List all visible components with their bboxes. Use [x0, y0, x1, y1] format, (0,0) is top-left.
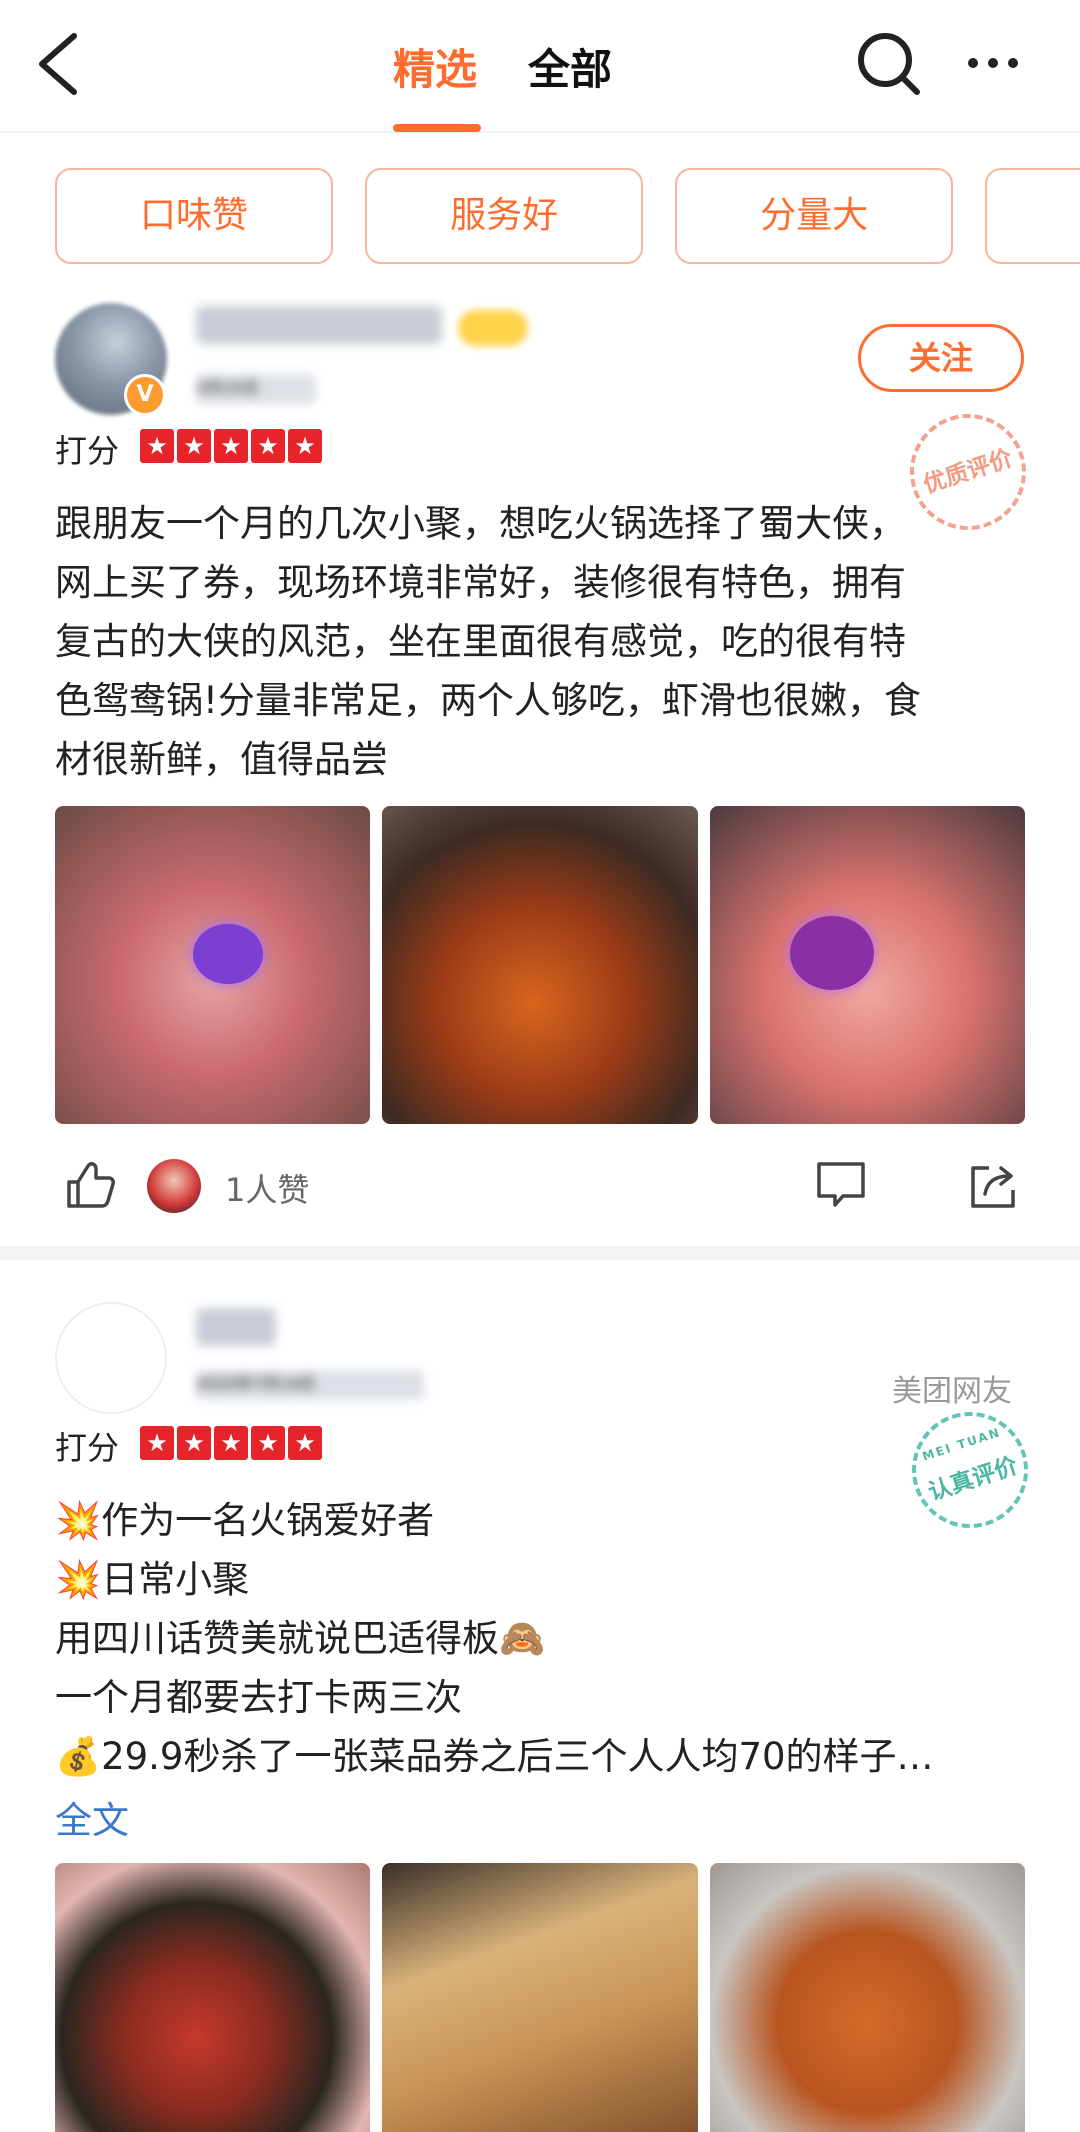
review-photo[interactable]: [382, 1863, 698, 2132]
review-text[interactable]: 跟朋友一个月的几次小聚，想吃火锅选择了蜀大侠， 网上买了券，现场环境非常好，装修…: [55, 494, 1025, 789]
verified-badge-icon: V: [124, 374, 166, 416]
star-icon: ★: [177, 429, 211, 463]
section-divider: [0, 1246, 1080, 1260]
star-rating: ★ ★ ★ ★ ★: [140, 429, 322, 463]
review-text[interactable]: 💥作为一名火锅爱好者 💥日常小聚 用四川话赞美就说巴适得板🙈 一个月都要去打卡两…: [55, 1491, 1025, 1786]
follow-button[interactable]: 关注: [858, 324, 1024, 392]
review-line: 网上买了券，现场环境非常好，装修很有特色，拥有: [55, 561, 906, 604]
star-icon: ★: [177, 1426, 211, 1460]
filter-chip-service[interactable]: 服务好: [365, 168, 644, 264]
review-date-blurred: 2020年7月14日: [196, 1370, 424, 1400]
active-tab-indicator: [393, 124, 481, 132]
search-icon[interactable]: [855, 30, 923, 98]
star-icon: ★: [288, 429, 322, 463]
tab-featured[interactable]: 精选: [393, 36, 477, 97]
review-photos: [55, 1863, 1025, 2132]
filter-chip-decor[interactable]: 装修: [985, 168, 1080, 264]
reviewer-name-blurred: [196, 1308, 276, 1346]
star-icon: ★: [251, 1426, 285, 1460]
review-actions: 1人赞: [55, 1150, 1025, 1220]
rating-label: 打分: [55, 432, 120, 470]
filter-chips: 口味赞 服务好 分量大 装修: [55, 168, 1080, 264]
top-nav-bar: 精选 全部: [0, 0, 1080, 133]
review-photo[interactable]: [55, 806, 371, 1124]
rating-label: 打分: [55, 1429, 120, 1467]
review-line: 💥作为一名火锅爱好者: [55, 1499, 435, 1542]
review-line: 材很新鲜，值得品尝: [55, 738, 388, 781]
star-icon: ★: [140, 429, 174, 463]
review-line: 跟朋友一个月的几次小聚，想吃火锅选择了蜀大侠，: [55, 502, 906, 545]
review-line: 色鸳鸯锅!分量非常足，两个人够吃，虾滑也很嫩，食: [55, 679, 921, 722]
liker-avatar[interactable]: [147, 1159, 201, 1213]
star-icon: ★: [214, 429, 248, 463]
star-icon: ★: [288, 1426, 322, 1460]
like-count: 1人赞: [225, 1171, 310, 1209]
tab-all[interactable]: 全部: [528, 36, 612, 97]
full-text-link[interactable]: 全文: [55, 1790, 129, 1844]
review-photo[interactable]: [709, 1863, 1025, 2132]
reviewer-name-blurred: [196, 306, 442, 344]
review-line: 💥日常小聚: [55, 1558, 250, 1601]
review-date-blurred: 3月15日: [196, 374, 316, 404]
share-icon[interactable]: [967, 1160, 1019, 1210]
filter-chip-portion[interactable]: 分量大: [675, 168, 954, 264]
review-photo[interactable]: [55, 1863, 371, 2132]
review-photos: [55, 806, 1025, 1124]
back-arrow-icon[interactable]: [30, 28, 90, 100]
review-source: 美团网友: [892, 1374, 1012, 1409]
star-icon: ★: [214, 1426, 248, 1460]
thumbs-up-icon[interactable]: [63, 1158, 117, 1212]
review-photo[interactable]: [709, 806, 1025, 1124]
filter-chip-taste[interactable]: 口味赞: [55, 168, 333, 264]
star-icon: ★: [140, 1426, 174, 1460]
review-line: 一个月都要去打卡两三次: [55, 1676, 462, 1719]
review-photo[interactable]: [382, 806, 698, 1124]
review-line: 复古的大侠的风范，坐在里面很有感觉，吃的很有特: [55, 620, 906, 663]
star-rating: ★ ★ ★ ★ ★: [140, 1426, 322, 1460]
level-badge-blurred: [458, 310, 528, 346]
reviewer-avatar[interactable]: [55, 1302, 167, 1414]
comment-icon[interactable]: [815, 1160, 867, 1210]
more-options-icon[interactable]: [963, 38, 1023, 88]
review-line: 用四川话赞美就说巴适得板🙈: [55, 1617, 546, 1660]
star-icon: ★: [251, 429, 285, 463]
review-line: 💰29.9秒杀了一张菜品券之后三个人人均70的样子…: [55, 1735, 934, 1778]
